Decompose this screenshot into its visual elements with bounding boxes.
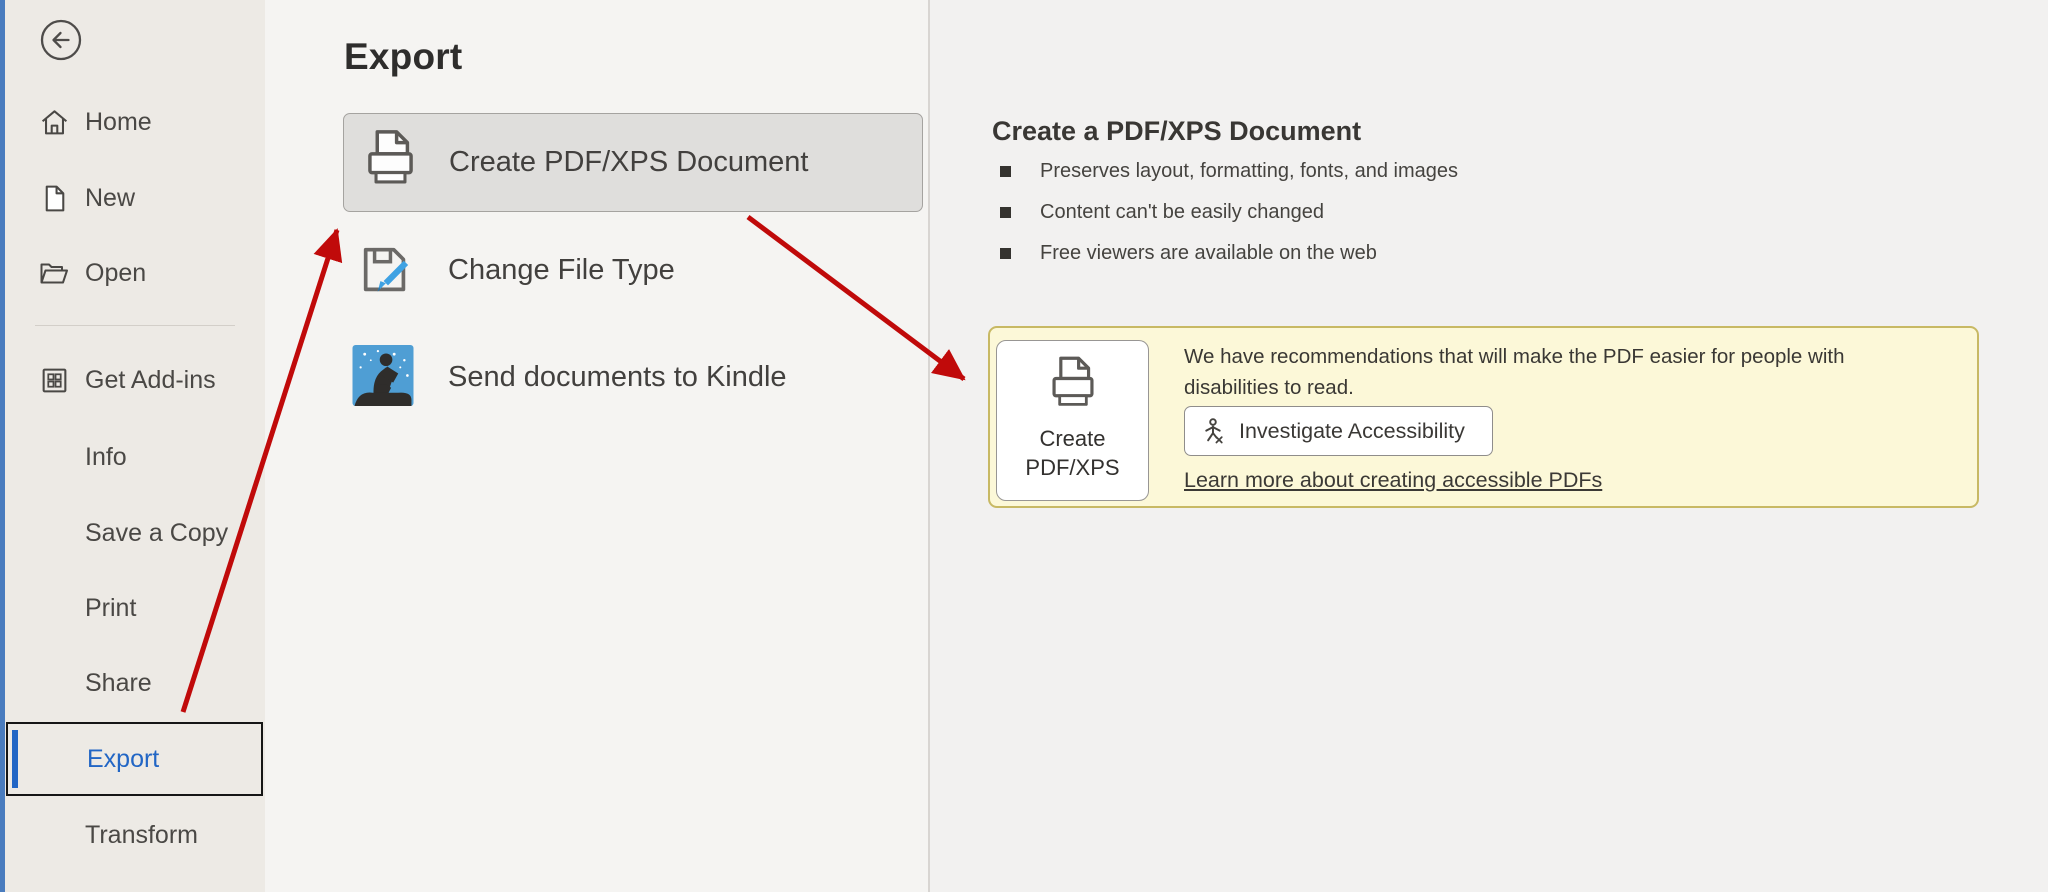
- learn-more-link[interactable]: Learn more about creating accessible PDF…: [1184, 468, 1602, 493]
- option-change-file-type[interactable]: Change File Type: [343, 226, 923, 314]
- sidebar-item-label: Home: [85, 107, 152, 136]
- sidebar-item-label: Save a Copy: [85, 518, 229, 547]
- sidebar-item-label: New: [85, 183, 136, 212]
- option-label: Change File Type: [448, 253, 675, 286]
- investigate-accessibility-button[interactable]: Investigate Accessibility: [1184, 406, 1493, 456]
- sidebar-item-get-add-ins[interactable]: Get Add-ins: [5, 352, 265, 408]
- bullet-item: Preserves layout, formatting, fonts, and…: [1000, 151, 1458, 192]
- sidebar-item-label: Share: [85, 668, 152, 697]
- back-icon: [40, 19, 82, 61]
- sidebar-item-transform[interactable]: Transform: [5, 807, 265, 863]
- sidebar-item-export[interactable]: Export: [6, 722, 263, 796]
- detail-heading: Create a PDF/XPS Document: [992, 116, 1362, 146]
- create-pdf-xps-icon: [363, 129, 418, 200]
- create-pdf-xps-button[interactable]: Create PDF/XPS: [996, 340, 1149, 501]
- page-title: Export: [344, 36, 463, 77]
- change-file-type-icon: [356, 240, 416, 307]
- feature-bullet-list: Preserves layout, formatting, fonts, and…: [1000, 151, 1458, 274]
- create-pdf-xps-button-icon: [1051, 356, 1094, 406]
- option-create-pdf-xps-document[interactable]: Create PDF/XPS Document: [343, 113, 923, 212]
- sidebar-separator: [35, 325, 235, 326]
- home-icon: [38, 106, 70, 138]
- accessibility-person-icon: [1205, 417, 1223, 443]
- option-label: Create PDF/XPS Document: [449, 146, 809, 178]
- sidebar-item-label: Transform: [85, 820, 198, 849]
- option-label: Send documents to Kindle: [448, 360, 787, 393]
- recommendation-message: We have recommendations that will make t…: [1184, 345, 1845, 399]
- sidebar-item-label: Open: [85, 258, 147, 287]
- sidebar-item-label: Print: [85, 593, 137, 622]
- create-button-line2: PDF/XPS: [1025, 455, 1120, 480]
- sidebar-item-label: Get Add-ins: [85, 365, 216, 394]
- open-folder-icon: [38, 257, 70, 289]
- add-ins-icon: [38, 364, 70, 396]
- sidebar-item-home[interactable]: Home: [5, 94, 265, 150]
- bullet-square-icon: [1000, 166, 1011, 177]
- bullet-item: Free viewers are available on the web: [1000, 233, 1458, 274]
- create-button-line1: Create: [1039, 426, 1106, 451]
- sidebar-item-open[interactable]: Open: [5, 245, 265, 301]
- sidebar-item-label: Info: [85, 442, 127, 471]
- sidebar-item-info[interactable]: Info: [5, 429, 265, 485]
- bullet-square-icon: [1000, 248, 1011, 259]
- option-send-documents-to-kindle[interactable]: Send documents to Kindle: [343, 341, 923, 413]
- bullet-item: Content can't be easily changed: [1000, 192, 1458, 233]
- sidebar-item-label: Export: [87, 744, 160, 773]
- accessibility-recommendation-box: Create PDF/XPS We have recommendations t…: [988, 326, 1979, 508]
- sidebar-item-share[interactable]: Share: [5, 655, 265, 711]
- kindle-icon: [352, 345, 414, 411]
- new-document-icon: [38, 182, 70, 214]
- backstage-sidebar: Home New Open Get Add-ins Info Save a Co…: [5, 0, 265, 892]
- word-backstage-export-view: Home New Open Get Add-ins Info Save a Co…: [0, 0, 2048, 892]
- selection-indicator-bar: [12, 730, 18, 788]
- sidebar-item-print[interactable]: Print: [5, 580, 265, 636]
- panel-divider: [928, 0, 930, 892]
- back-button[interactable]: [38, 17, 84, 63]
- sidebar-item-new[interactable]: New: [5, 170, 265, 226]
- sidebar-item-save-a-copy[interactable]: Save a Copy: [5, 505, 265, 561]
- investigate-button-label: Investigate Accessibility: [1239, 418, 1465, 443]
- bullet-square-icon: [1000, 207, 1011, 218]
